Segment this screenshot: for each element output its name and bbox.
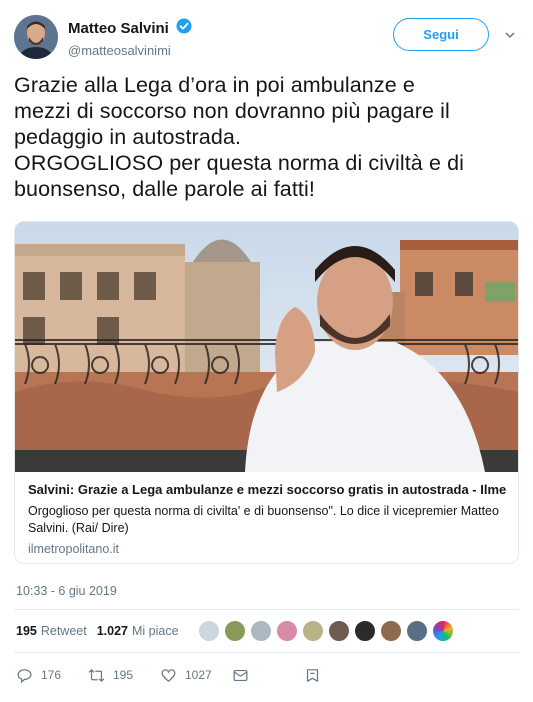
like-label[interactable]: Mi piace xyxy=(132,624,179,638)
share-button[interactable] xyxy=(304,667,321,684)
tweet-text: Grazie alla Lega d’ora in poi ambulanze … xyxy=(14,73,465,201)
avatar[interactable] xyxy=(224,620,246,642)
likers-avatars xyxy=(198,620,458,642)
retweet-icon xyxy=(88,668,105,682)
avatar[interactable] xyxy=(380,620,402,642)
like-button[interactable]: 1027 xyxy=(160,667,232,684)
card-body[interactable]: Salvini: Grazie a Lega ambulanze e mezzi… xyxy=(15,472,518,563)
card-title[interactable]: Salvini: Grazie a Lega ambulanze e mezzi… xyxy=(28,482,507,497)
user-names: Matteo Salvini @matteosalvinimi xyxy=(68,18,192,58)
tweet-stats: 195 Retweet 1.027 Mi piace xyxy=(16,618,189,644)
avatar[interactable] xyxy=(250,620,272,642)
reply-button[interactable]: 176 xyxy=(16,667,88,684)
chevron-down-icon[interactable] xyxy=(503,28,517,42)
tweet-timestamp[interactable]: 10:33 - 6 giu 2019 xyxy=(16,584,117,598)
card-description: Orgoglioso per questa norma di civilta' … xyxy=(28,504,499,535)
heart-icon xyxy=(161,668,176,682)
card-domain: ilmetropolitano.it xyxy=(28,542,120,556)
divider xyxy=(14,652,519,653)
avatar[interactable] xyxy=(406,620,428,642)
link-card[interactable]: Salvini: Grazie a Lega ambulanze e mezzi… xyxy=(14,221,519,564)
avatar[interactable] xyxy=(198,620,220,642)
retweet-action-count: 195 xyxy=(113,668,134,682)
direct-message-button[interactable] xyxy=(232,667,304,684)
avatar[interactable] xyxy=(14,15,58,59)
tweet-actions: 176 195 1027 xyxy=(16,664,321,686)
verified-icon xyxy=(176,18,192,39)
avatar[interactable] xyxy=(328,620,350,642)
avatar[interactable] xyxy=(354,620,376,642)
display-name[interactable]: Matteo Salvini xyxy=(68,20,169,37)
like-count[interactable]: 1.027 xyxy=(97,624,128,638)
tweet-header: Matteo Salvini @matteosalvinimi Segui xyxy=(14,14,519,60)
share-icon xyxy=(306,668,319,682)
retweet-count[interactable]: 195 xyxy=(16,624,37,638)
retweet-label[interactable]: Retweet xyxy=(41,624,87,638)
follow-button[interactable]: Segui xyxy=(393,18,489,51)
divider xyxy=(14,609,519,610)
reply-count: 176 xyxy=(41,668,62,682)
reply-icon xyxy=(17,668,32,683)
card-image[interactable] xyxy=(15,222,518,472)
avatar[interactable] xyxy=(432,620,454,642)
user-handle[interactable]: @matteosalvinimi xyxy=(68,43,192,58)
avatar-image xyxy=(14,15,58,59)
avatar[interactable] xyxy=(276,620,298,642)
like-action-count: 1027 xyxy=(185,668,212,682)
retweet-button[interactable]: 195 xyxy=(88,667,160,684)
avatar[interactable] xyxy=(302,620,324,642)
message-icon xyxy=(233,669,248,681)
